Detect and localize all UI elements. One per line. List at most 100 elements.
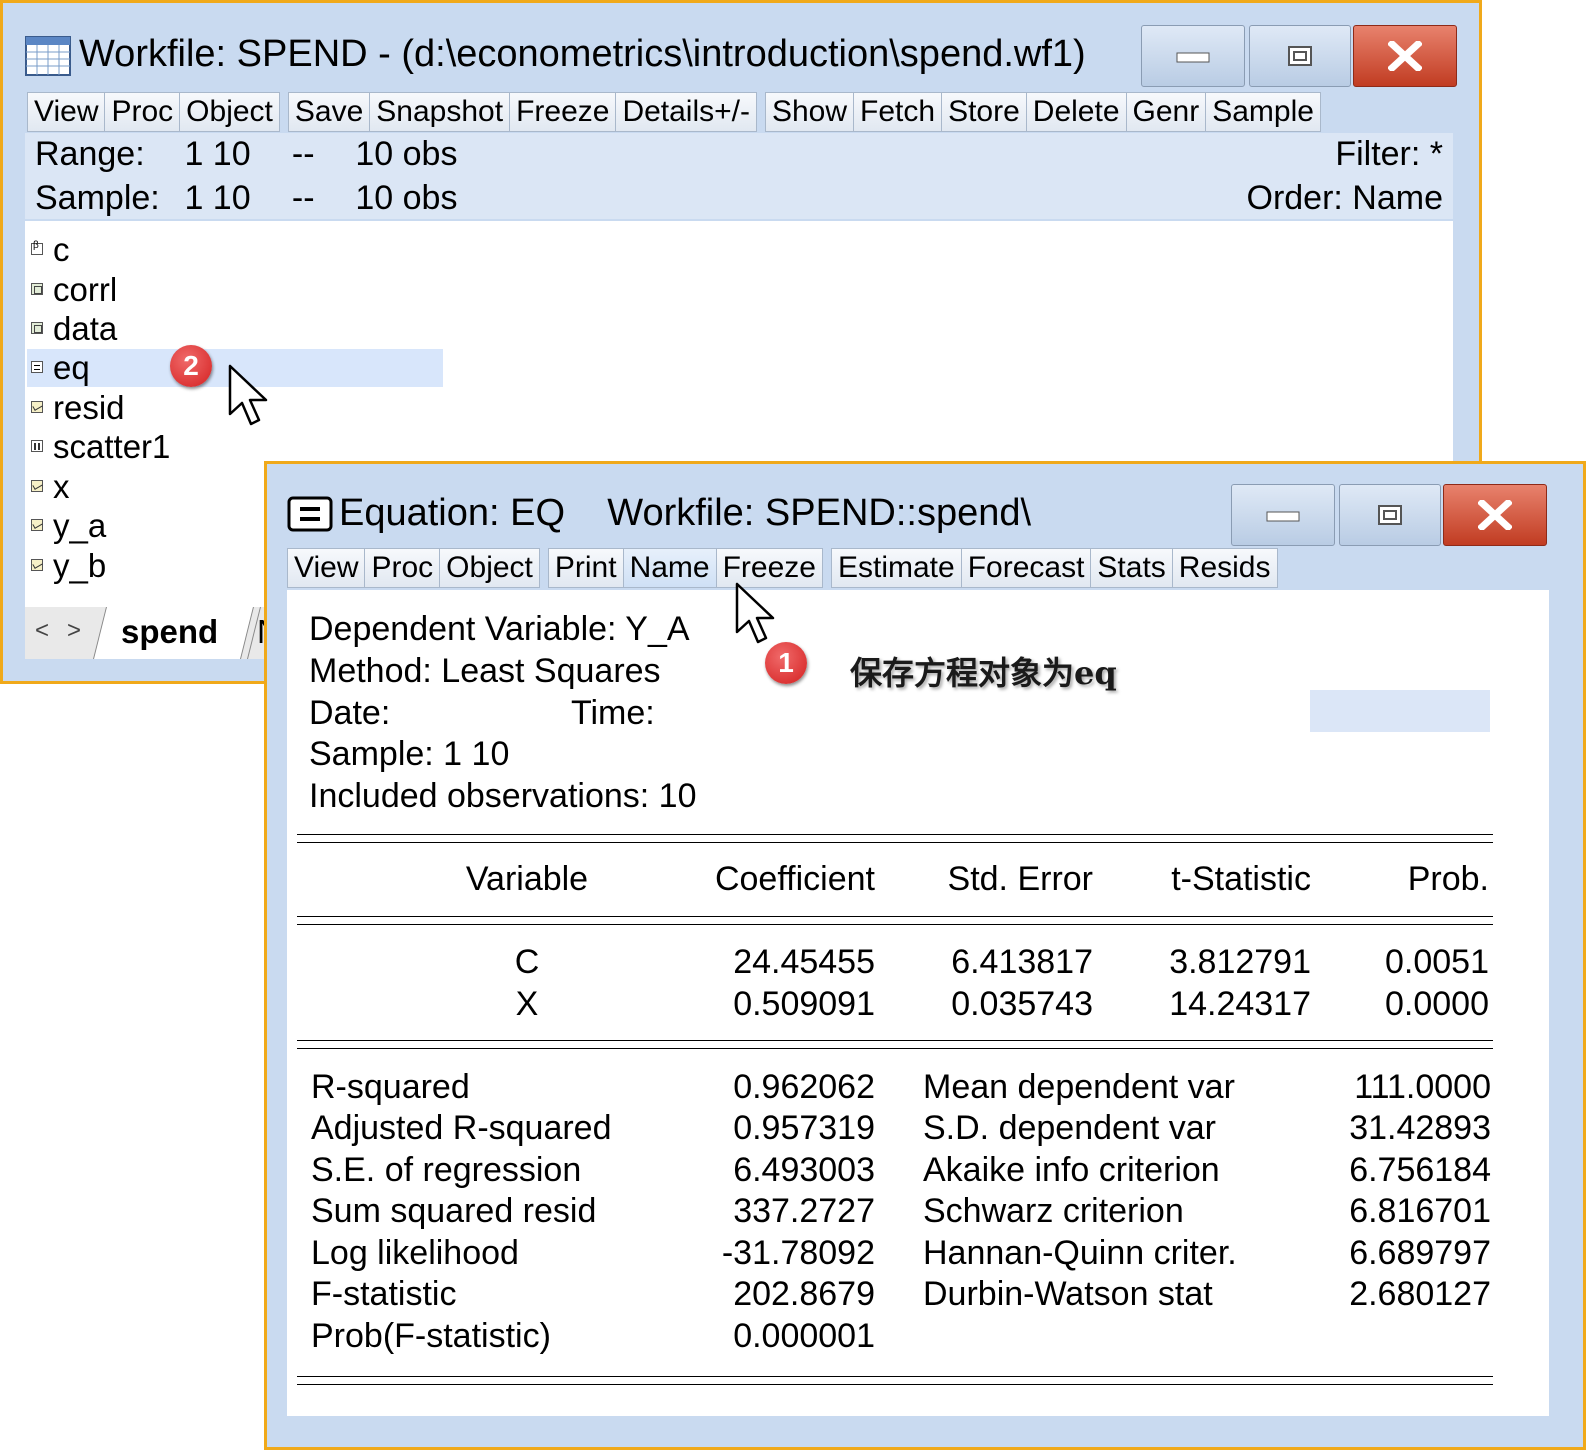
range-row[interactable]: Range: 1 10 -- 10 obs Filter: *	[35, 133, 1443, 175]
stat-label: F-statistic	[311, 1275, 457, 1313]
series-icon	[31, 480, 43, 492]
view-button[interactable]: View	[27, 92, 106, 132]
resids-button[interactable]: Resids	[1172, 548, 1278, 588]
divider	[297, 916, 1493, 917]
close-button[interactable]	[1353, 25, 1457, 87]
selection-highlight	[1310, 690, 1490, 732]
maximize-icon	[1288, 46, 1312, 66]
stat-value: 0.957319	[733, 1109, 875, 1147]
equation-title: Equation: EQ Workfile: SPEND::spend\	[339, 492, 1032, 534]
stat-value: 6.689797	[1349, 1234, 1491, 1272]
save-button[interactable]: Save	[287, 92, 371, 132]
name-button[interactable]: Name	[623, 548, 717, 588]
col-coefficient: Coefficient	[714, 860, 875, 898]
workfile-title: Workfile: SPEND - (d:\econometrics\intro…	[79, 33, 1086, 75]
divider	[297, 1040, 1493, 1041]
series-icon	[31, 559, 43, 571]
stat-value: -31.78092	[721, 1234, 875, 1272]
object-label: data	[53, 310, 118, 347]
series-icon	[31, 401, 43, 413]
equation-toolbar: View Proc Object Print Name Freeze Estim…	[287, 548, 1278, 588]
store-button[interactable]: Store	[942, 92, 1027, 132]
group-icon	[31, 322, 43, 334]
close-icon	[1478, 500, 1512, 530]
object-button[interactable]: Object	[180, 92, 280, 132]
coef-row-prob: 0.0000	[1385, 985, 1489, 1023]
tab-scroll-right-icon[interactable]: >	[67, 617, 81, 645]
date-label: Date:	[309, 694, 391, 732]
stat-value: 6.756184	[1349, 1151, 1491, 1189]
col-prob: Prob.	[1407, 860, 1489, 898]
maximize-button[interactable]	[1249, 25, 1351, 87]
details-toggle-button[interactable]: Details+/-	[616, 92, 757, 132]
sample-button[interactable]: Sample	[1206, 92, 1321, 132]
delete-button[interactable]: Delete	[1026, 92, 1127, 132]
coef-row-std-error: 0.035743	[951, 985, 1093, 1023]
close-icon	[1388, 41, 1422, 71]
cursor-arrow-icon	[735, 582, 775, 644]
object-label: scatter1	[53, 428, 171, 465]
range-obs: 10 obs	[355, 135, 458, 173]
sample-obs: 10 obs	[355, 179, 458, 217]
object-item-c[interactable]: c	[27, 231, 443, 269]
workfile-toolbar: View Proc Object Save Snapshot Freeze De…	[27, 92, 1321, 132]
print-button[interactable]: Print	[547, 548, 624, 588]
group-icon	[31, 283, 43, 295]
fetch-button[interactable]: Fetch	[854, 92, 943, 132]
object-label: resid	[53, 389, 125, 426]
coef-icon	[31, 238, 43, 255]
equation-titlebar[interactable]: Equation: EQ Workfile: SPEND::spend\	[267, 464, 1583, 548]
divider	[297, 834, 1493, 835]
range-value: 1 10	[184, 135, 251, 173]
stat-value: 6.493003	[733, 1151, 875, 1189]
proc-button[interactable]: Proc	[365, 548, 441, 588]
close-button[interactable]	[1443, 484, 1547, 546]
divider	[297, 1376, 1493, 1377]
object-label: x	[53, 468, 70, 505]
toolbar-separator	[823, 548, 831, 588]
minimize-button[interactable]	[1231, 484, 1335, 546]
coef-row-variable: C	[514, 943, 540, 981]
workfile-titlebar[interactable]: Workfile: SPEND - (d:\econometrics\intro…	[3, 3, 1479, 87]
show-button[interactable]: Show	[764, 92, 855, 132]
object-button[interactable]: Object	[440, 548, 540, 588]
estimation-method: Method: Least Squares	[309, 652, 661, 690]
divider	[297, 1384, 1493, 1385]
col-std-error: Std. Error	[947, 860, 1093, 898]
minimize-icon	[1266, 511, 1300, 522]
step-badge-1: 1	[765, 642, 807, 684]
step-badge-2: 2	[170, 345, 212, 387]
stat-label: Log likelihood	[311, 1234, 519, 1272]
stat-value: 31.42893	[1349, 1109, 1491, 1147]
divider	[297, 924, 1493, 925]
stat-value: 0.962062	[733, 1068, 875, 1106]
coef-row-coefficient: 24.45455	[733, 943, 875, 981]
snapshot-button[interactable]: Snapshot	[370, 92, 511, 132]
stat-label: Mean dependent var	[923, 1068, 1235, 1106]
object-item-data[interactable]: data	[27, 310, 443, 348]
genr-button[interactable]: Genr	[1126, 92, 1207, 132]
tab-scroll-left-icon[interactable]: <	[35, 617, 49, 645]
stat-label: Hannan-Quinn criter.	[923, 1234, 1237, 1272]
included-observations: Included observations: 10	[309, 777, 697, 815]
coef-row-coefficient: 0.509091	[733, 985, 875, 1023]
equation-window: Equation: EQ Workfile: SPEND::spend\ Vie…	[264, 461, 1586, 1450]
stats-button[interactable]: Stats	[1091, 548, 1173, 588]
proc-button[interactable]: Proc	[105, 92, 181, 132]
estimate-button[interactable]: Estimate	[830, 548, 962, 588]
tab-spend[interactable]: spend	[121, 613, 218, 651]
stat-label: Sum squared resid	[311, 1192, 597, 1230]
sample-value: 1 10	[184, 179, 251, 217]
sample-row[interactable]: Sample: 1 10 -- 10 obs Order: Name	[35, 177, 1443, 219]
object-item-corrl[interactable]: corrl	[27, 271, 443, 309]
forecast-button[interactable]: Forecast	[961, 548, 1092, 588]
object-label: y_b	[53, 547, 107, 584]
coef-row-variable: X	[515, 985, 539, 1023]
toolbar-separator	[540, 548, 548, 588]
stat-value: 337.2727	[733, 1192, 875, 1230]
minimize-button[interactable]	[1141, 25, 1245, 87]
stat-value: 6.816701	[1349, 1192, 1491, 1230]
freeze-button[interactable]: Freeze	[510, 92, 617, 132]
view-button[interactable]: View	[287, 548, 366, 588]
maximize-button[interactable]	[1339, 484, 1441, 546]
